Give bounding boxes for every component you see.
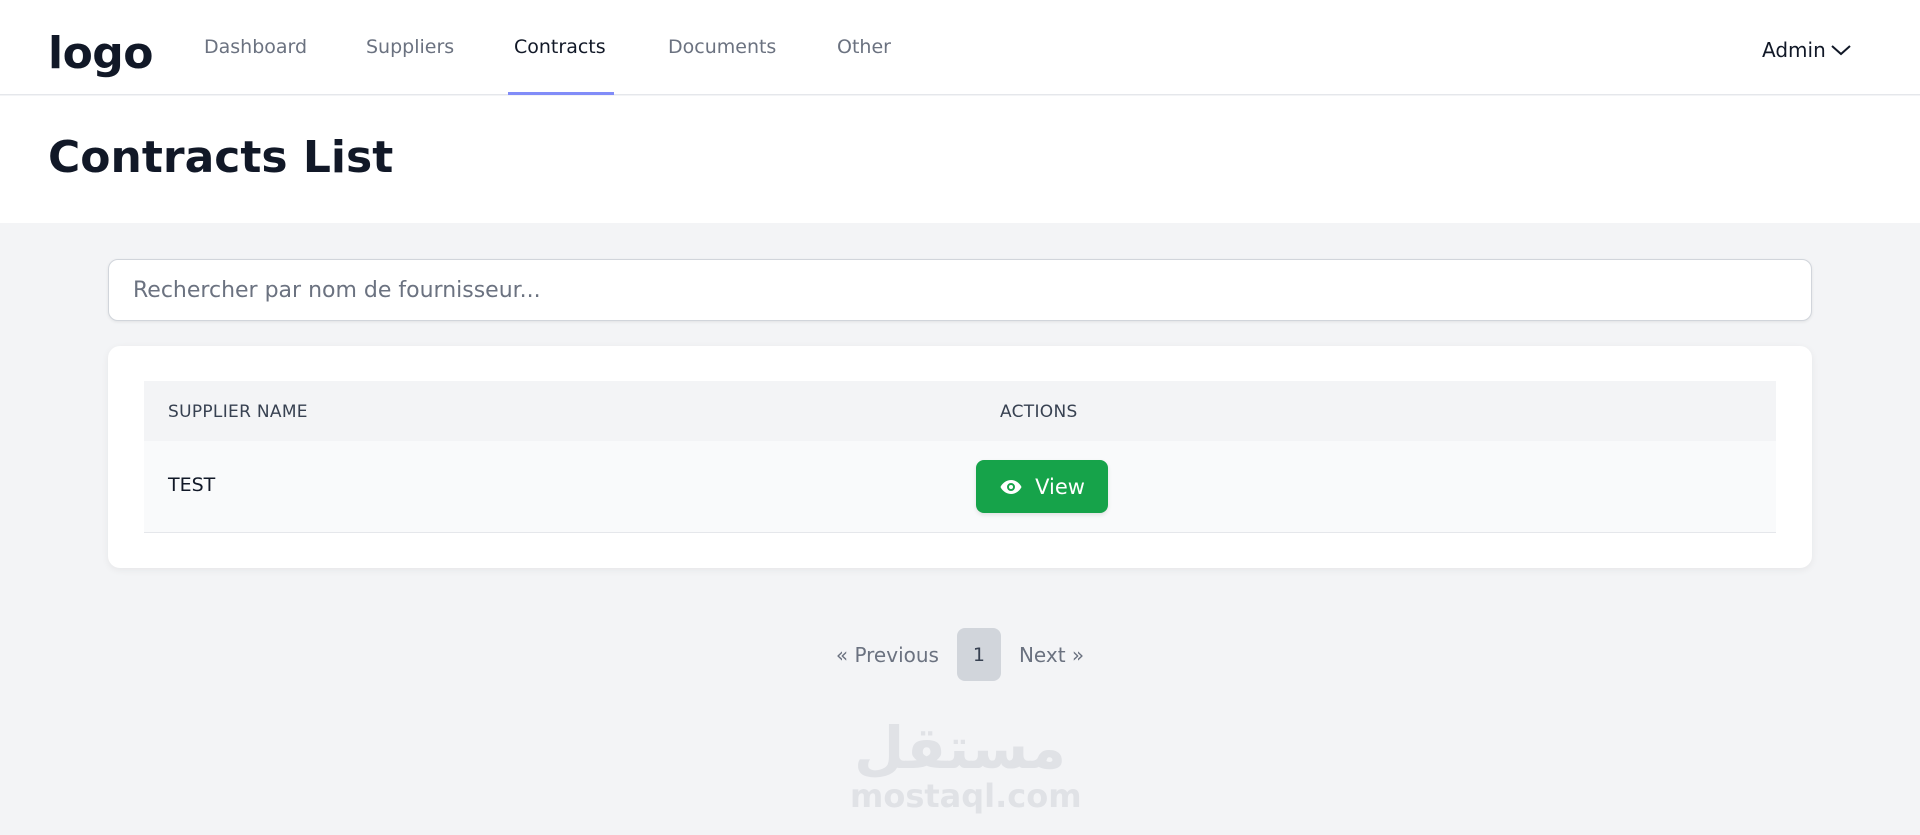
nav-item-dashboard[interactable]: Dashboard (204, 36, 307, 58)
active-tab-indicator (508, 92, 614, 95)
page-number-current[interactable]: 1 (956, 628, 1001, 681)
search-input[interactable] (108, 259, 1812, 321)
page-header: Contracts List (0, 96, 1920, 223)
watermark-latin-text: mostaql.com (850, 777, 1082, 815)
page-title: Contracts List (48, 132, 394, 183)
watermark: مستقل mostaql.com (850, 714, 1082, 815)
nav-item-contracts[interactable]: Contracts (514, 36, 606, 58)
previous-page-link[interactable]: « Previous (836, 643, 939, 667)
chevron-down-icon (1831, 45, 1851, 56)
table-header: SUPPLIER NAME ACTIONS (144, 381, 1776, 441)
view-button[interactable]: View (976, 460, 1108, 513)
user-menu-label: Admin (1762, 38, 1826, 62)
nav-item-other[interactable]: Other (837, 36, 891, 58)
supplier-name-cell: TEST (168, 474, 216, 496)
contracts-table-card: SUPPLIER NAME ACTIONS TEST View (108, 346, 1812, 568)
app-logo[interactable]: logo (48, 28, 154, 79)
column-header-actions: ACTIONS (1000, 402, 1078, 422)
top-navbar: logo Dashboard Suppliers Contracts Docum… (0, 0, 1920, 95)
user-menu[interactable]: Admin (1762, 38, 1852, 62)
pagination: « Previous 1 Next » (0, 628, 1920, 681)
eye-icon (1000, 479, 1022, 494)
table-row: TEST View (144, 441, 1776, 533)
nav-item-documents[interactable]: Documents (668, 36, 776, 58)
contracts-table: SUPPLIER NAME ACTIONS TEST View (144, 381, 1776, 533)
column-header-supplier-name: SUPPLIER NAME (168, 402, 308, 422)
view-button-label: View (1035, 474, 1085, 499)
next-page-link[interactable]: Next » (1019, 643, 1084, 667)
watermark-arabic-text: مستقل (853, 714, 1067, 782)
nav-item-suppliers[interactable]: Suppliers (366, 36, 454, 58)
